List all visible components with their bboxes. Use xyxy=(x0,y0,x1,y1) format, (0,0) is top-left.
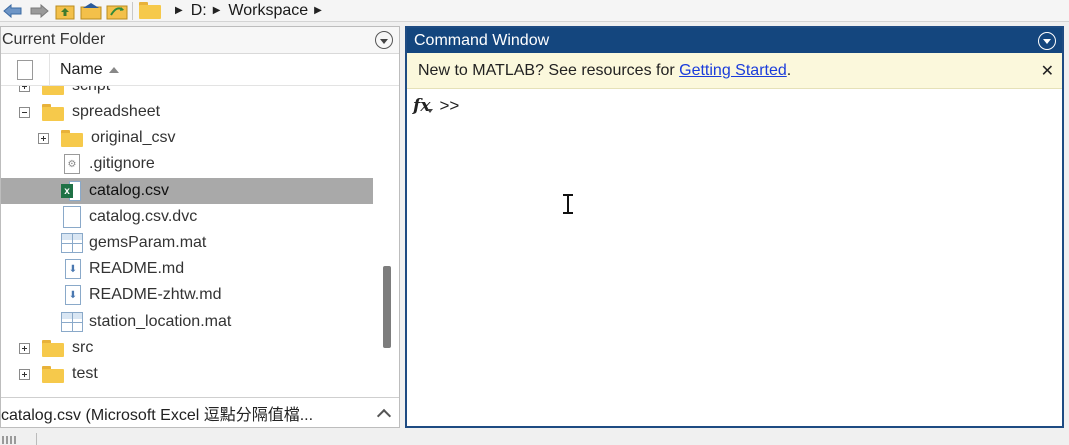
file-type-column-icon[interactable] xyxy=(1,59,49,80)
details-bar[interactable]: catalog.csv (Microsoft Excel 逗點分隔值檔... xyxy=(1,397,399,427)
tree-item-label: src xyxy=(72,339,94,356)
tree-row-readme-md[interactable]: ⬇ README.md xyxy=(1,256,373,282)
toolbar-separator xyxy=(132,1,133,20)
command-prompt-line[interactable]: fx >> xyxy=(407,92,1062,120)
expand-icon[interactable] xyxy=(19,368,30,380)
tree-item-label: gemsParam.mat xyxy=(89,234,207,251)
gitignore-file-icon: ⚙ xyxy=(64,154,80,174)
collapse-icon[interactable] xyxy=(19,106,30,118)
tree-item-label: catalog.csv.dvc xyxy=(89,208,198,225)
tree-row-readme-zhtw-md[interactable]: ⬇ README-zhtw.md xyxy=(1,282,373,308)
command-window-titlebar: Command Window xyxy=(407,28,1062,53)
tree-item-label: station_location.mat xyxy=(89,313,232,330)
folder-icon xyxy=(42,103,64,121)
command-window-panel[interactable]: Command Window New to MATLAB? See resour… xyxy=(405,26,1064,428)
expand-icon[interactable] xyxy=(38,132,49,144)
tree-item-label: .gitignore xyxy=(89,155,155,172)
close-icon[interactable]: ✕ xyxy=(1041,61,1054,81)
tree-item-label: README-zhtw.md xyxy=(89,286,222,303)
markdown-file-icon: ⬇ xyxy=(65,259,81,279)
mat-file-icon xyxy=(61,312,83,332)
tree-row-catalog-csv-dvc[interactable]: catalog.csv.dvc xyxy=(1,204,373,230)
folder-icon xyxy=(42,339,64,357)
selected-file-details: catalog.csv (Microsoft Excel 逗點分隔值檔... xyxy=(1,406,314,424)
tree-item-label: README.md xyxy=(89,260,185,277)
tree-row-spreadsheet[interactable]: spreadsheet xyxy=(1,99,373,125)
tree-item-label: script xyxy=(72,86,110,95)
name-column-header[interactable]: Name xyxy=(49,54,365,85)
tree-row-test[interactable]: test xyxy=(1,361,373,387)
vertical-scrollbar[interactable] xyxy=(383,176,391,392)
panel-actions-icon[interactable] xyxy=(1038,31,1056,50)
expand-icon[interactable] xyxy=(19,342,30,354)
current-folder-titlebar: Current Folder xyxy=(1,27,399,54)
folder-icon xyxy=(42,86,64,95)
scrollbar-thumb[interactable] xyxy=(383,266,391,348)
status-separator xyxy=(36,433,37,445)
fx-dropdown-icon[interactable] xyxy=(427,109,434,113)
tree-row-station-location-mat[interactable]: station_location.mat xyxy=(1,309,373,335)
markdown-file-icon: ⬇ xyxy=(65,285,81,305)
tree-item-label: spreadsheet xyxy=(72,103,161,120)
breadcrumb-arrow-icon[interactable]: ▶ xyxy=(213,5,221,16)
sort-ascending-icon xyxy=(108,66,119,73)
folder-icon xyxy=(139,2,161,19)
breadcrumb-item-workspace[interactable]: Workspace xyxy=(228,2,308,20)
browse-folder-icon[interactable] xyxy=(78,1,104,21)
forward-arrow-icon[interactable] xyxy=(26,1,52,21)
tree-item-label: test xyxy=(72,365,98,382)
name-column-label: Name xyxy=(60,60,103,78)
panel-actions-icon[interactable] xyxy=(375,31,393,49)
tree-item-label: original_csv xyxy=(91,129,176,146)
excel-csv-icon: x xyxy=(61,181,81,201)
panel-title: Current Folder xyxy=(2,31,106,48)
up-folder-icon[interactable] xyxy=(52,1,78,21)
panel-title: Command Window xyxy=(414,31,550,49)
tree-row-src[interactable]: src xyxy=(1,335,373,361)
chevron-up-icon[interactable] xyxy=(376,408,392,423)
tree-row-original-csv[interactable]: original_csv xyxy=(1,125,373,151)
tree-item-label: catalog.csv xyxy=(89,182,170,199)
breadcrumb-arrow-icon[interactable]: ▶ xyxy=(314,5,322,16)
breadcrumb: ▶ D: ▶ Workspace ▶ xyxy=(135,1,330,21)
address-toolbar: ▶ D: ▶ Workspace ▶ xyxy=(0,0,1069,22)
notice-text: New to MATLAB? See resources for Getting… xyxy=(418,61,792,79)
tree-row-gitignore[interactable]: ⚙ .gitignore xyxy=(1,151,373,177)
folder-icon xyxy=(61,129,83,147)
column-header: Name xyxy=(1,54,399,86)
breadcrumb-arrow-icon[interactable]: ▶ xyxy=(175,5,183,16)
folder-icon xyxy=(42,365,64,383)
tree-row-script[interactable]: script xyxy=(1,86,373,99)
text-cursor-icon xyxy=(562,194,574,214)
refresh-folder-icon[interactable] xyxy=(104,1,130,21)
expand-icon[interactable] xyxy=(19,86,30,92)
status-bar xyxy=(0,430,1069,445)
back-arrow-icon[interactable] xyxy=(0,1,26,21)
tree-row-catalog-csv[interactable]: x catalog.csv xyxy=(1,178,373,204)
current-folder-panel: Current Folder Name script spre xyxy=(0,26,400,428)
folder-tree: script spreadsheet original_csv ⚙ .gitig… xyxy=(1,86,399,392)
mat-file-icon xyxy=(61,233,83,253)
getting-started-notice: New to MATLAB? See resources for Getting… xyxy=(407,53,1062,89)
file-icon xyxy=(63,206,81,228)
breadcrumb-item-drive[interactable]: D: xyxy=(191,2,207,20)
resize-grip-icon[interactable] xyxy=(2,436,16,444)
matlab-desktop: ▶ D: ▶ Workspace ▶ Current Folder Name s… xyxy=(0,0,1069,445)
command-prompt: >> xyxy=(439,96,460,115)
tree-row-gemsparam-mat[interactable]: gemsParam.mat xyxy=(1,230,373,256)
getting-started-link[interactable]: Getting Started xyxy=(679,62,787,79)
function-browser-icon[interactable]: fx xyxy=(413,96,430,116)
